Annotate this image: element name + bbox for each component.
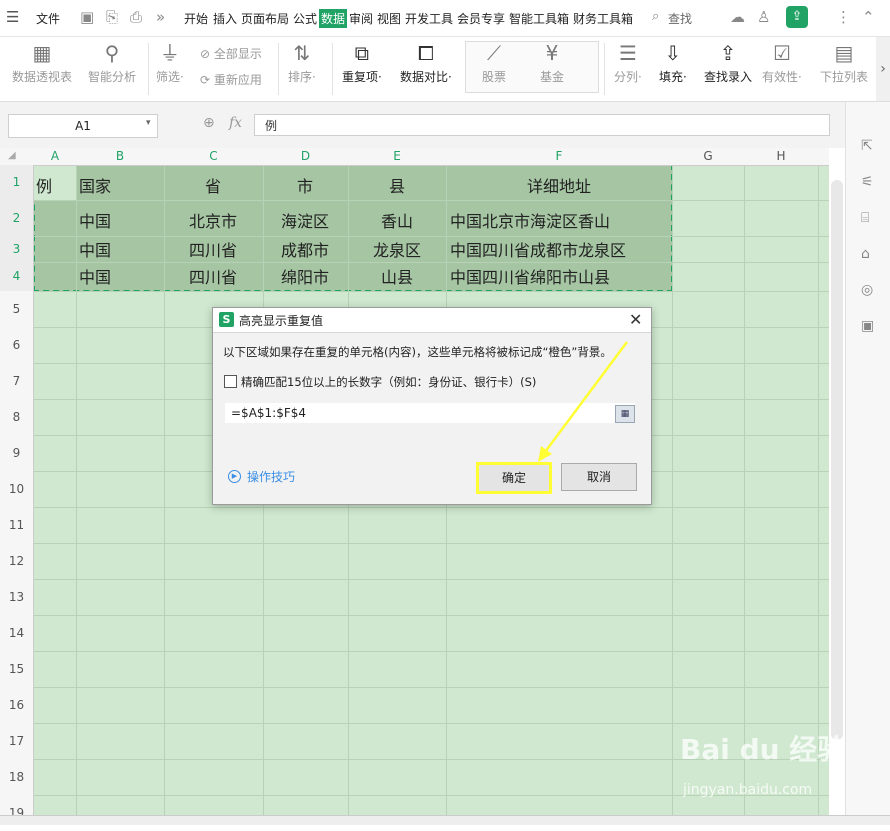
annotation-arrow — [538, 341, 629, 462]
